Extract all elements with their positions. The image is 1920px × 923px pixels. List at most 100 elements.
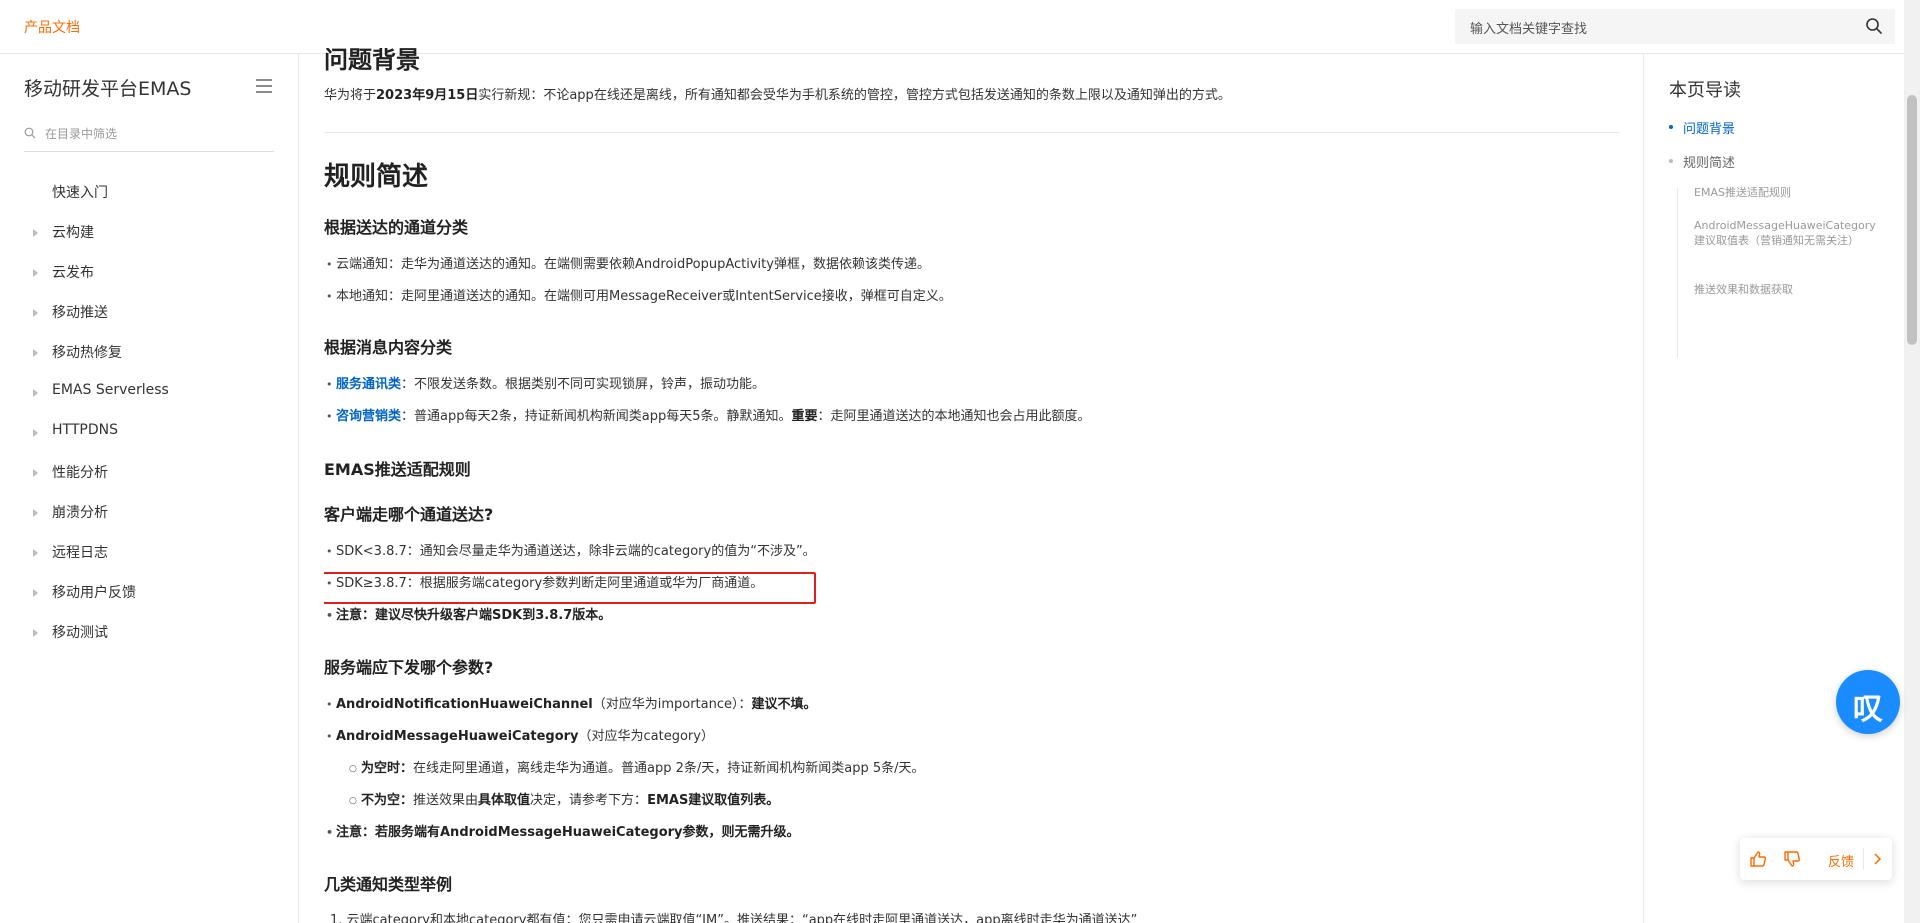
param-advice: 建议不填。: [751, 697, 817, 712]
sidebar-item-cloud-release[interactable]: 云发布: [0, 260, 298, 300]
caret-right-icon[interactable]: [33, 589, 38, 597]
caret-right-icon[interactable]: [33, 549, 38, 557]
sidebar-item-quickstart[interactable]: 快速入门: [0, 180, 298, 220]
feedback-bar: 反馈: [1740, 838, 1892, 880]
brand-link[interactable]: 产品文档: [24, 17, 80, 37]
toc-panel: 本页导读 问题背景 规则简述 EMAS推送适配规则 AndroidMessage…: [1643, 54, 1905, 923]
sidebar-item-label: EMAS Serverless: [52, 382, 169, 398]
sidebar-item-httpdns[interactable]: HTTPDNS: [0, 420, 298, 460]
list-item: 咨询营销类：普通app每天2条，持证新闻机构新闻类app每天5条。静默通知。重要…: [326, 407, 1091, 427]
marketing-link[interactable]: 咨询营销类: [336, 409, 401, 424]
intro-text: 华为将于: [324, 88, 377, 103]
toc-subitem-category[interactable]: AndroidMessageHuaweiCategory建议取值表（营销通知无需…: [1694, 218, 1876, 248]
scrollbar-thumb[interactable]: [1907, 95, 1917, 345]
service-link[interactable]: 服务通讯类: [336, 377, 401, 392]
toc-item-background[interactable]: 问题背景: [1669, 118, 1736, 137]
list-item: SDK≥3.8.7：根据服务端category参数判断走阿里通道或华为厂商通道。: [326, 574, 763, 594]
param-desc: （对应华为importance）：: [592, 697, 752, 712]
sidebar-item-label: 远程日志: [52, 545, 108, 561]
sidebar-item-crash[interactable]: 崩溃分析: [0, 500, 298, 540]
sidebar-item-label: 移动推送: [52, 305, 108, 321]
heading-server: 服务端应下发哪个参数?: [324, 658, 494, 677]
toc-item-label: 问题背景: [1683, 122, 1736, 137]
thumbs-up-icon[interactable]: [1749, 850, 1767, 868]
list-item: 注意：建议尽快升级客户端SDK到3.8.7版本。: [326, 606, 611, 626]
emas-ref-link[interactable]: EMAS建议取值列表。: [647, 793, 779, 808]
list-item: SDK<3.8.7：通知会尽量走华为通道送达，除非云端的category的值为“…: [326, 542, 816, 562]
sidebar-filter-input[interactable]: 在目录中筛选: [24, 123, 274, 152]
caret-right-icon[interactable]: [33, 269, 38, 277]
intro-date: 2023年9月15日: [376, 88, 479, 103]
sidebar-item-testing[interactable]: 移动测试: [0, 620, 298, 660]
list-item: 本地通知：走阿里通道送达的通知。在端侧可用MessageReceiver或Int…: [326, 287, 952, 307]
divider: [1863, 848, 1864, 870]
caret-right-icon[interactable]: [33, 629, 38, 637]
heading-emas: EMAS推送适配规则: [324, 460, 471, 479]
page-scrollbar[interactable]: [1904, 0, 1920, 923]
list-item-text: ：不限发送条数。根据类别不同可实现锁屏，铃声，振动功能。: [401, 377, 766, 392]
sub-list-item: 不为空：推送效果由具体取值决定，请参考下方：EMAS建议取值列表。: [349, 791, 779, 811]
list-item: AndroidNotificationHuaweiChannel（对应华为imp…: [326, 695, 817, 715]
sidebar-item-label: 移动测试: [52, 625, 108, 641]
intro-text: 实行新规：不论app在线还是离线，所有通知都会受华为手机系统的管控，管控方式包括…: [478, 88, 1231, 103]
section-divider: [324, 132, 1620, 133]
sidebar-item-label: 移动热修复: [52, 345, 122, 361]
sub-text: 推送效果由: [413, 793, 479, 808]
sidebar-item-label: 移动用户反馈: [52, 585, 136, 601]
list-item: AndroidMessageHuaweiCategory（对应华为categor…: [326, 727, 714, 747]
sidebar-item-mobile-push[interactable]: 移动推送: [0, 300, 298, 340]
article-content: 问题背景 华为将于2023年9月15日实行新规：不论app在线还是离线，所有通知…: [324, 40, 1620, 923]
sub-label: 不为空：: [361, 793, 414, 808]
sidebar-item-serverless[interactable]: EMAS Serverless: [0, 380, 298, 420]
sidebar-item-label: 云发布: [52, 265, 94, 281]
sidebar-title: 移动研发平台EMAS: [24, 78, 192, 100]
sub-text: 在线走阿里通道，离线走华为通道。普通app 2条/天，持证新闻机构新闻类app …: [413, 761, 925, 776]
toc-subitem-effect[interactable]: 推送效果和数据获取: [1694, 282, 1869, 297]
sidebar-item-remote-log[interactable]: 远程日志: [0, 540, 298, 580]
sidebar-item-hotfix[interactable]: 移动热修复: [0, 340, 298, 380]
sidebar-item-label: 快速入门: [52, 185, 108, 201]
sidebar-item-cloud-build[interactable]: 云构建: [0, 220, 298, 260]
toc-item-label: 规则简述: [1683, 156, 1736, 171]
sub-label: 为空时：: [361, 761, 414, 776]
search-icon[interactable]: [1865, 17, 1883, 35]
sub-bold: 具体取值: [478, 793, 531, 808]
sidebar-item-label: HTTPDNS: [52, 422, 118, 438]
sidebar-item-feedback[interactable]: 移动用户反馈: [0, 580, 298, 620]
assistant-logo-icon: 叹: [1853, 692, 1883, 727]
caret-right-icon[interactable]: [33, 469, 38, 477]
toc-title: 本页导读: [1669, 80, 1741, 101]
list-item: 云端通知：走华为通道送达的通知。在端侧需要依赖AndroidPopupActiv…: [326, 255, 930, 275]
sidebar-item-label: 云构建: [52, 225, 94, 241]
feedback-button[interactable]: 反馈: [1828, 851, 1854, 870]
caret-right-icon[interactable]: [33, 509, 38, 517]
list-item: 注意：若服务端有AndroidMessageHuaweiCategory参数，则…: [326, 823, 800, 843]
sub-text: 决定，请参考下方：: [530, 793, 648, 808]
sub-list-item: 为空时：在线走阿里通道，离线走华为通道。普通app 2条/天，持证新闻机构新闻类…: [349, 759, 925, 779]
caret-right-icon[interactable]: [33, 389, 38, 397]
caret-right-icon[interactable]: [33, 349, 38, 357]
caret-right-icon[interactable]: [33, 309, 38, 317]
param-name: AndroidNotificationHuaweiChannel: [336, 697, 593, 712]
list-item-text: ：走阿里通道送达的本地通知也会占用此额度。: [817, 409, 1091, 424]
chevron-right-icon[interactable]: [1870, 852, 1884, 866]
caret-right-icon[interactable]: [33, 229, 38, 237]
sidebar-item-label: 崩溃分析: [52, 505, 108, 521]
heading-channel: 根据送达的通道分类: [324, 218, 469, 237]
toc-item-rules[interactable]: 规则简述: [1669, 152, 1736, 171]
toc-subitem-emas[interactable]: EMAS推送适配规则: [1694, 185, 1869, 200]
sidebar-item-performance[interactable]: 性能分析: [0, 460, 298, 500]
heading-background: 问题背景: [324, 46, 420, 74]
toc-rail: [1677, 188, 1678, 358]
heading-content: 根据消息内容分类: [324, 338, 453, 357]
heading-rules: 规则简述: [324, 162, 429, 192]
caret-right-icon[interactable]: [33, 429, 38, 437]
menu-icon[interactable]: [255, 78, 273, 94]
search-input[interactable]: 输入文档关键字查找: [1455, 9, 1895, 44]
sidebar-nav: 快速入门 云构建 云发布 移动推送 移动热修复 EMAS Serverless …: [0, 180, 298, 660]
assistant-float-button[interactable]: 叹: [1836, 670, 1900, 734]
param-desc: （对应华为category）: [578, 729, 714, 744]
list-item: 服务通讯类：不限发送条数。根据类别不同可实现锁屏，铃声，振动功能。: [326, 375, 766, 395]
left-sidebar: 移动研发平台EMAS 在目录中筛选 快速入门 云构建 云发布 移动推送 移动热修…: [0, 54, 299, 923]
thumbs-down-icon[interactable]: [1783, 850, 1801, 868]
